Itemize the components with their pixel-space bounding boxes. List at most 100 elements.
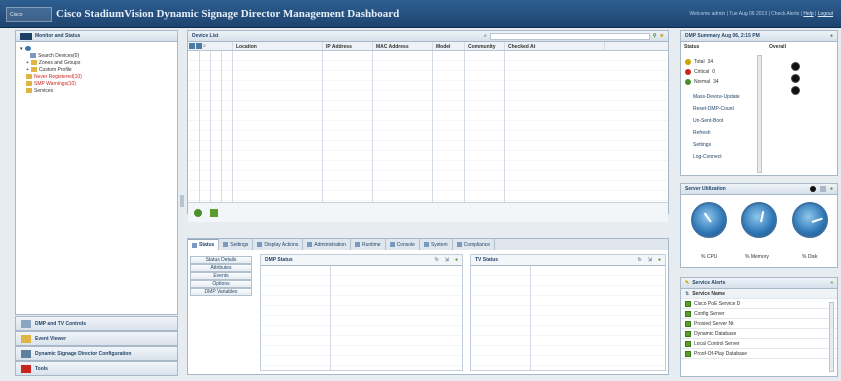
filter-icon[interactable]: ⚲ — [653, 33, 657, 39]
dmp-add-icon[interactable]: ● — [455, 257, 458, 263]
column-header[interactable]: Community — [465, 42, 505, 50]
accordion-tools[interactable]: Tools — [15, 361, 178, 376]
tab-administration[interactable]: Administration — [303, 239, 351, 250]
grid-col-line — [331, 266, 462, 370]
folder-icon — [30, 60, 37, 65]
monitor-status-header[interactable]: Monitor and Status — [16, 31, 177, 42]
folder-icon — [30, 53, 36, 58]
tab-settings[interactable]: Settings — [219, 239, 254, 250]
tree-item[interactable]: + Custom Profile — [20, 66, 173, 73]
summary-count-row[interactable]: Critical 0 — [685, 67, 719, 77]
summary-action-button[interactable]: Refresh — [693, 127, 740, 139]
expand-icon[interactable]: + — [26, 60, 29, 66]
service-alerts-header: ✎ Service Alerts « — [681, 278, 837, 289]
summary-count-row[interactable]: Total 34 — [685, 57, 719, 67]
magnifier-icon[interactable]: ⌕ — [203, 43, 206, 49]
select-icon[interactable] — [196, 43, 202, 49]
tab-console[interactable]: Console — [386, 239, 420, 250]
attributes-button[interactable]: Attributes — [190, 264, 252, 272]
tree-item[interactable]: Never Registered(10) — [20, 73, 173, 80]
refresh-grid-icon[interactable] — [210, 208, 218, 217]
app-title: Cisco StadiumVision Dynamic Signage Dire… — [56, 8, 400, 20]
dmp-export-icon[interactable]: ⇲ — [445, 257, 449, 263]
tab-label: Compliance — [463, 241, 491, 248]
grid-col-line — [531, 266, 665, 370]
service-ok-icon — [685, 320, 691, 327]
add-device-icon[interactable] — [194, 208, 202, 217]
summary-action-button[interactable]: Settings — [693, 139, 740, 151]
summary-action-button[interactable]: Un-Sent-Boot — [693, 115, 740, 127]
pencil-icon — [21, 334, 31, 343]
tv-status-panel: TV Status ↻ ⇲ ● — [470, 254, 666, 371]
tree-item[interactable]: SMP Warnings(10) — [20, 80, 173, 87]
settings-icon[interactable] — [819, 186, 826, 192]
tv-refresh-icon[interactable]: ↻ — [638, 257, 642, 263]
summary-action-button[interactable]: Reset-DMP-Count — [693, 103, 740, 115]
server-utilization-header: Server Utilization ● — [681, 184, 837, 195]
tree-root[interactable]: ▾ — [20, 45, 173, 52]
status-details-button[interactable]: Status Details — [190, 256, 252, 264]
gauge-needle — [703, 212, 712, 223]
summary-count-row[interactable]: Normal 34 — [685, 77, 719, 87]
traffic-light-icon — [786, 59, 804, 101]
accordion-configuration[interactable]: Dynamic Signage Director Configuration — [15, 346, 178, 361]
options-button[interactable]: Options — [190, 280, 252, 288]
alert-row[interactable]: Cisco PoE Service D — [681, 299, 837, 309]
column-header[interactable]: Model — [433, 42, 465, 50]
alert-row[interactable]: Proof-Of-Play Database — [681, 349, 837, 359]
events-button[interactable]: Events — [190, 272, 252, 280]
column-header[interactable]: Checked At — [505, 42, 605, 50]
alert-row[interactable]: Proxied Server Nt — [681, 319, 837, 329]
column-header[interactable]: Location — [233, 42, 323, 50]
expand-icon[interactable]: ▾ — [20, 46, 23, 52]
select-all-icon[interactable] — [189, 43, 195, 49]
summary-action-button[interactable]: Mass-Device-Update — [693, 91, 740, 103]
tree-item[interactable]: + Zones and Groups — [20, 59, 173, 66]
alerts-scrollbar[interactable] — [829, 302, 834, 372]
accordion-dmp-tv-controls[interactable]: DMP and TV Controls — [15, 316, 178, 331]
alert-service-name: Config Server — [694, 310, 725, 317]
status-dot-icon — [685, 79, 691, 85]
tree-item[interactable]: Search Devices(0) — [20, 52, 173, 59]
accordion-event-viewer[interactable]: Event Viewer — [15, 331, 178, 346]
vertical-splitter[interactable] — [180, 195, 184, 207]
column-header[interactable]: MAC Address — [373, 42, 433, 50]
tab-runtime[interactable]: Runtime — [351, 239, 386, 250]
alert-row[interactable]: Config Server — [681, 309, 837, 319]
alert-row[interactable]: Dynamic Database — [681, 329, 837, 339]
summary-action-button[interactable]: Log-Connect — [693, 151, 740, 163]
service-ok-icon — [685, 350, 691, 357]
util-refresh-icon[interactable]: ● — [830, 186, 833, 192]
dmp-refresh-icon[interactable]: ↻ — [435, 257, 439, 263]
cpu-gauge — [691, 202, 727, 238]
tv-status-header: TV Status ↻ ⇲ ● — [471, 255, 665, 266]
column-header[interactable]: IP Address — [323, 42, 373, 50]
tab-compliance[interactable]: Compliance — [453, 239, 496, 250]
device-search-input[interactable] — [489, 32, 650, 40]
tab-display-actions[interactable]: Display Actions — [253, 239, 304, 250]
tv-export-icon[interactable]: ⇲ — [648, 257, 652, 263]
tree-item[interactable]: Services — [20, 87, 173, 94]
summary-headers: Status Overall — [681, 42, 837, 52]
tv-add-icon[interactable]: ● — [658, 257, 661, 263]
help-link[interactable]: Help — [803, 11, 813, 17]
left-accordion-list: DMP and TV Controls Event Viewer Dynamic… — [15, 316, 178, 376]
tab-system[interactable]: System — [420, 239, 453, 250]
alerts-collapse-icon[interactable]: « — [830, 280, 833, 286]
tab-label: Administration — [314, 241, 346, 248]
export-icon[interactable]: ★ — [660, 33, 664, 39]
alert-row[interactable]: Local Control Server — [681, 339, 837, 349]
expand-icon[interactable]: + — [26, 67, 29, 73]
tv-status-title: TV Status — [475, 257, 499, 263]
tab-status[interactable]: Status — [188, 239, 220, 250]
grid-col-line — [373, 51, 433, 202]
gauge-needle — [760, 211, 765, 223]
dmp-variables-button[interactable]: DMP Variables — [190, 288, 252, 296]
grid-col-line — [433, 51, 465, 202]
accordion-label: Dynamic Signage Director Configuration — [35, 350, 132, 357]
summary-scrollbar[interactable] — [757, 55, 762, 173]
sort-icon[interactable]: ⇅ — [685, 291, 689, 297]
logout-link[interactable]: Logout — [818, 11, 833, 17]
search-icon[interactable]: ⌕ — [484, 33, 487, 39]
summary-refresh-icon[interactable]: ● — [830, 33, 833, 39]
